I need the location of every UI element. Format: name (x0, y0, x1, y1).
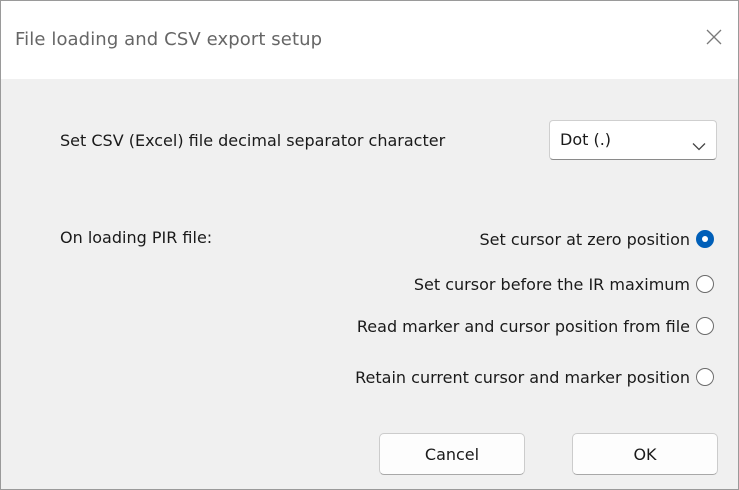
radio-option-read-from-file[interactable]: Read marker and cursor position from fil… (357, 314, 714, 338)
ok-button[interactable]: OK (572, 433, 718, 475)
cancel-button[interactable]: Cancel (379, 433, 525, 475)
dialog-title: File loading and CSV export setup (15, 29, 323, 50)
radio-label: Set cursor before the IR maximum (413, 274, 690, 294)
radio-option-zero-position[interactable]: Set cursor at zero position (479, 227, 714, 251)
decimal-separator-label: Set CSV (Excel) file decimal separator c… (60, 131, 446, 150)
radio-label: Set cursor at zero position (479, 229, 690, 249)
radio-label: Read marker and cursor position from fil… (356, 316, 690, 336)
title-bar: File loading and CSV export setup (1, 1, 738, 79)
decimal-separator-dropdown[interactable]: Dot (.) (549, 120, 717, 160)
radio-button-checked[interactable] (696, 230, 714, 248)
radio-button[interactable] (696, 275, 714, 293)
setup-dialog: File loading and CSV export setup Set CS… (0, 0, 739, 490)
radio-button[interactable] (696, 317, 714, 335)
radio-option-retain-current[interactable]: Retain current cursor and marker positio… (355, 365, 714, 389)
decimal-separator-value: Dot (.) (560, 130, 612, 149)
radio-label: Retain current cursor and marker positio… (355, 367, 690, 387)
chevron-down-icon (692, 136, 706, 155)
close-icon (706, 29, 722, 45)
close-button[interactable] (700, 23, 728, 51)
radio-option-before-ir-maximum[interactable]: Set cursor before the IR maximum (414, 272, 714, 296)
pir-loading-label: On loading PIR file: (60, 228, 213, 247)
radio-button[interactable] (696, 368, 714, 386)
